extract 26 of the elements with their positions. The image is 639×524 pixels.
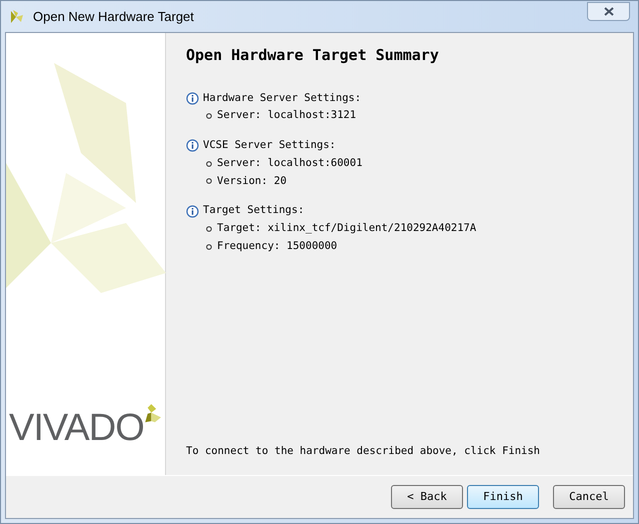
dialog-button[interactable]: < Back bbox=[391, 485, 463, 509]
section-title: Target Settings: bbox=[203, 203, 304, 218]
info-icon bbox=[186, 139, 199, 152]
bullet-icon bbox=[206, 160, 212, 167]
dialog-button[interactable]: Cancel bbox=[553, 485, 625, 509]
close-icon bbox=[604, 7, 614, 16]
window-title: Open New Hardware Target bbox=[33, 8, 194, 26]
setting-text: Frequency: 15000000 bbox=[217, 238, 338, 254]
logo-text: VIVADO bbox=[9, 409, 144, 447]
bullet-icon bbox=[206, 226, 212, 232]
section-title: VCSE Server Settings: bbox=[203, 138, 336, 153]
bullet-icon bbox=[206, 244, 212, 250]
info-icon bbox=[186, 92, 199, 105]
setting-text: Version: 20 bbox=[217, 174, 287, 188]
section-title: Hardware Server Settings: bbox=[203, 90, 362, 106]
dialog-button[interactable]: Finish bbox=[467, 485, 539, 509]
close-button[interactable] bbox=[587, 2, 630, 21]
setting-text: Server: localhost:60001 bbox=[217, 156, 362, 171]
setting-text: Server: localhost:3121 bbox=[217, 108, 356, 124]
app-logo-icon bbox=[9, 8, 25, 24]
page-heading: Open Hardware Target Summary bbox=[186, 45, 440, 66]
bullet-icon bbox=[206, 113, 212, 120]
instruction-text: To connect to the hardware described above, click Finish bbox=[186, 444, 542, 460]
setting-text: Target: xilinx_tcf/Digilent/210292A40217A bbox=[217, 221, 476, 236]
bullet-icon bbox=[206, 178, 212, 184]
info-icon bbox=[186, 204, 199, 218]
